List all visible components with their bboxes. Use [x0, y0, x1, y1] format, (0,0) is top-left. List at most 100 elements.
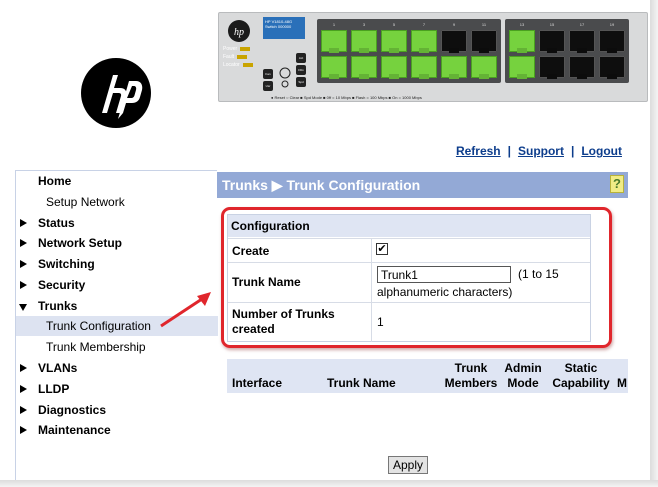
port-icon — [471, 56, 497, 78]
expand-arrow-icon — [20, 281, 27, 289]
nav-item-diagnostics[interactable]: Diagnostics — [16, 400, 218, 420]
port-icon — [539, 56, 565, 78]
trunk-table-header: Interface Trunk Name Trunk Members Admin… — [227, 359, 628, 393]
column-header-truncated: M — [617, 376, 627, 390]
page-title: Trunks ▶ Trunk Configuration — [222, 177, 421, 193]
nav-item-label: Diagnostics — [38, 403, 107, 417]
model-label: HP V1810-48G Switch 000000 — [263, 17, 305, 39]
link-separator: | — [570, 144, 575, 158]
hp-badge-icon: hp — [228, 20, 250, 42]
port-group-2: 13 15 17 19 — [505, 19, 629, 83]
svg-text:hp: hp — [234, 27, 244, 38]
trunk-name-hint: (1 to 15 — [518, 267, 559, 281]
collapse-arrow-icon — [19, 304, 27, 311]
nav-item-label: Security — [38, 278, 86, 292]
nav-item-label: Network Setup — [38, 236, 123, 250]
window-edge-bottom — [0, 480, 658, 487]
port-group-1: 1 3 5 7 9 11 — [317, 19, 501, 83]
expand-arrow-icon — [20, 406, 27, 414]
nav-item-maintenance[interactable]: Maintenance — [16, 420, 218, 440]
nav-item-lldp[interactable]: LLDP — [16, 379, 218, 399]
expand-arrow-icon — [20, 385, 27, 393]
page-title-bar: Trunks ▶ Trunk Configuration ? — [217, 172, 628, 198]
column-header-static-capability: Static Capability — [552, 361, 610, 390]
port-icon — [599, 30, 625, 52]
nav-item-switching[interactable]: Switching — [16, 254, 218, 274]
port-icon — [509, 30, 535, 52]
configuration-panel: Configuration Create ✔ Trunk Name (1 to … — [227, 214, 591, 342]
expand-arrow-icon — [20, 260, 27, 268]
panel-controls: Act FDx Spd Fan Usr — [263, 51, 308, 97]
port-icon — [411, 56, 437, 78]
annotation-arrow-icon — [160, 292, 211, 328]
top-links: Refresh | Support | Logout — [456, 144, 622, 158]
port-icon — [599, 56, 625, 78]
port-icon — [321, 30, 347, 52]
help-icon[interactable]: ? — [610, 175, 624, 193]
expand-arrow-icon — [20, 364, 27, 372]
trunk-name-row: Trunk Name (1 to 15 alphanumeric charact… — [228, 262, 590, 302]
port-icon — [509, 56, 535, 78]
expand-arrow-icon — [20, 239, 27, 247]
status-leds: Power Fault Locator — [223, 45, 253, 69]
speed-legend: ● Reset ○ Clear ■ Spd Mode ■ 0ff = 10 Mb… — [271, 95, 422, 100]
nav-item-vlans[interactable]: VLANs — [16, 358, 218, 378]
port-icon — [569, 56, 595, 78]
port-icon — [381, 56, 407, 78]
configuration-heading: Configuration — [228, 215, 590, 237]
port-icon — [569, 30, 595, 52]
nav-item-label: Setup Network — [46, 195, 125, 209]
port-icon — [351, 56, 377, 78]
nav-item-network-setup[interactable]: Network Setup — [16, 233, 218, 253]
port-icon — [381, 30, 407, 52]
fdx-button: FDx — [296, 65, 306, 75]
refresh-link[interactable]: Refresh — [456, 144, 501, 158]
port-icon — [321, 56, 347, 78]
number-of-trunks-row: Number of Trunks created 1 — [228, 302, 590, 342]
create-row: Create ✔ — [228, 238, 590, 262]
create-label: Create — [232, 244, 270, 258]
nav-item-label: Home — [38, 174, 72, 188]
expand-arrow-icon — [20, 426, 27, 434]
switch-front-panel: hp HP V1810-48G Switch 000000 Power Faul… — [218, 12, 648, 102]
column-header-interface: Interface — [232, 376, 283, 390]
nav-item-label: Status — [38, 216, 75, 230]
trunk-name-hint: alphanumeric characters) — [377, 285, 513, 299]
expand-arrow-icon — [20, 219, 27, 227]
nav-item-label: Trunk Configuration — [46, 319, 151, 333]
apply-button[interactable]: Apply — [388, 456, 428, 474]
column-header-admin-mode: Admin Mode — [504, 361, 542, 390]
port-icon — [351, 30, 377, 52]
led-mode-icon — [279, 67, 291, 88]
support-link[interactable]: Support — [518, 144, 564, 158]
nav-item-home[interactable]: Home — [16, 171, 218, 191]
number-of-trunks-value: 1 — [377, 315, 384, 329]
trunk-name-input[interactable] — [377, 266, 511, 283]
port-icon — [441, 30, 467, 52]
nav-item-status[interactable]: Status — [16, 213, 218, 233]
nav-item-trunk-membership[interactable]: Trunk Membership — [16, 337, 218, 357]
nav-item-label: LLDP — [38, 382, 70, 396]
link-separator: | — [507, 144, 511, 158]
nav-item-label: VLANs — [38, 361, 78, 375]
number-of-trunks-label: Number of Trunks created — [232, 307, 335, 336]
spd-button: Spd — [296, 77, 306, 87]
nav-item-setup-network[interactable]: Setup Network — [16, 192, 218, 212]
port-icon — [471, 30, 497, 52]
led-label: Locator — [223, 62, 240, 68]
nav-item-label: Switching — [38, 257, 95, 271]
nav-item-label: Trunks — [38, 299, 78, 313]
window-edge-right — [650, 0, 658, 487]
column-header-trunk-name: Trunk Name — [327, 376, 396, 390]
nav-item-label: Maintenance — [38, 423, 111, 437]
led-label: Power — [223, 46, 238, 52]
hp-logo — [81, 58, 151, 128]
logout-link[interactable]: Logout — [581, 144, 622, 158]
usr-button: Usr — [263, 81, 273, 91]
create-checkbox[interactable]: ✔ — [376, 243, 388, 255]
nav-item-label: Trunk Membership — [46, 340, 146, 354]
port-icon — [539, 30, 565, 52]
column-header-trunk-members: Trunk Members — [444, 361, 498, 390]
port-icon — [411, 30, 437, 52]
trunk-name-label: Trunk Name — [232, 275, 301, 289]
